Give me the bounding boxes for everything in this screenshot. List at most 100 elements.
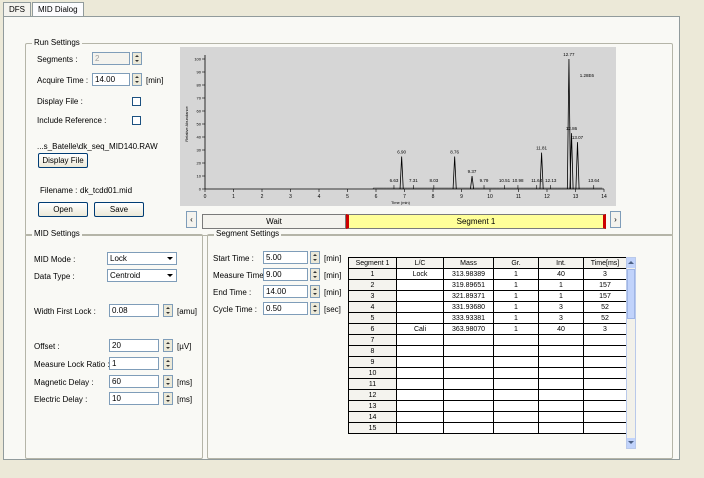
table-cell-mass[interactable]: [443, 378, 494, 390]
table-cell-int[interactable]: 40: [538, 323, 584, 335]
table-cell-gr[interactable]: 1: [493, 268, 539, 280]
table-cell-time[interactable]: [583, 334, 627, 346]
table-cell-time[interactable]: [583, 411, 627, 423]
table-cell-mass[interactable]: [443, 345, 494, 357]
table-cell-lc[interactable]: [396, 279, 444, 291]
table-cell-int[interactable]: [538, 389, 584, 401]
table-cell-time[interactable]: [583, 378, 627, 390]
table-cell-gr[interactable]: [493, 400, 539, 412]
table-cell-int[interactable]: [538, 422, 584, 434]
measure-time-input[interactable]: 9.00: [263, 268, 308, 281]
offset-input[interactable]: 20: [109, 339, 159, 352]
table-row[interactable]: 14: [348, 411, 627, 423]
width-first-lock-spinner[interactable]: [163, 304, 173, 317]
table-cell-int[interactable]: [538, 400, 584, 412]
cycle-time-spinner[interactable]: [310, 302, 320, 315]
width-first-lock-input[interactable]: 0.08: [109, 304, 159, 317]
table-row[interactable]: 13: [348, 400, 627, 412]
segments-spinner[interactable]: [132, 52, 142, 65]
table-row[interactable]: 12: [348, 389, 627, 401]
table-cell-lc[interactable]: Lock: [396, 268, 444, 280]
table-cell-time[interactable]: 3: [583, 323, 627, 335]
segments-input[interactable]: 2: [92, 52, 130, 65]
table-cell-time[interactable]: [583, 367, 627, 379]
table-cell-gr[interactable]: 1: [493, 323, 539, 335]
table-cell-mass[interactable]: [443, 422, 494, 434]
table-cell-gr[interactable]: [493, 334, 539, 346]
table-cell-gr[interactable]: [493, 411, 539, 423]
table-cell-mass[interactable]: [443, 367, 494, 379]
table-cell-mass[interactable]: 321.89371: [443, 290, 494, 302]
table-cell-time[interactable]: [583, 345, 627, 357]
table-row[interactable]: 3 321.89371 1 1 157: [348, 290, 627, 302]
table-row[interactable]: 15: [348, 422, 627, 434]
table-cell-int[interactable]: [538, 367, 584, 379]
table-cell-time[interactable]: 52: [583, 312, 627, 324]
table-cell-seg[interactable]: 8: [348, 345, 397, 357]
timeline-next-button[interactable]: ›: [610, 211, 621, 228]
electric-delay-spinner[interactable]: [163, 392, 173, 405]
table-cell-int[interactable]: [538, 334, 584, 346]
electric-delay-input[interactable]: 10: [109, 392, 159, 405]
table-cell-int[interactable]: [538, 378, 584, 390]
table-cell-seg[interactable]: 5: [348, 312, 397, 324]
table-cell-seg[interactable]: 1: [348, 268, 397, 280]
table-cell-lc[interactable]: [396, 356, 444, 368]
table-row[interactable]: 1 Lock 313.98389 1 40 3: [348, 268, 627, 280]
measure-time-spinner[interactable]: [310, 268, 320, 281]
table-cell-time[interactable]: [583, 356, 627, 368]
table-cell-gr[interactable]: 1: [493, 312, 539, 324]
table-cell-mass[interactable]: [443, 389, 494, 401]
table-cell-time[interactable]: 157: [583, 279, 627, 291]
table-cell-gr[interactable]: 1: [493, 279, 539, 291]
table-cell-int[interactable]: [538, 345, 584, 357]
open-button[interactable]: Open: [38, 202, 88, 217]
cycle-time-input[interactable]: 0.50: [263, 302, 308, 315]
table-cell-seg[interactable]: 14: [348, 411, 397, 423]
table-cell-mass[interactable]: [443, 411, 494, 423]
col-header-lc[interactable]: L/C: [396, 257, 444, 269]
table-cell-lc[interactable]: [396, 411, 444, 423]
table-cell-lc[interactable]: [396, 422, 444, 434]
segment-table-scrollbar[interactable]: [626, 257, 636, 449]
table-cell-mass[interactable]: 333.93381: [443, 312, 494, 324]
data-type-select[interactable]: Centroid: [107, 269, 177, 282]
table-cell-lc[interactable]: [396, 334, 444, 346]
table-cell-mass[interactable]: 363.98070: [443, 323, 494, 335]
timeline-prev-button[interactable]: ‹: [186, 211, 197, 228]
scroll-up-icon[interactable]: [627, 258, 635, 268]
table-row[interactable]: 10: [348, 367, 627, 379]
table-cell-time[interactable]: [583, 389, 627, 401]
table-cell-seg[interactable]: 12: [348, 389, 397, 401]
table-cell-time[interactable]: 52: [583, 301, 627, 313]
start-time-spinner[interactable]: [310, 251, 320, 264]
table-cell-int[interactable]: [538, 411, 584, 423]
table-cell-seg[interactable]: 2: [348, 279, 397, 291]
mid-mode-select[interactable]: Lock: [107, 252, 177, 265]
table-cell-lc[interactable]: Cali: [396, 323, 444, 335]
table-cell-mass[interactable]: [443, 400, 494, 412]
table-row[interactable]: 5 333.93381 1 3 52: [348, 312, 627, 324]
end-time-spinner[interactable]: [310, 285, 320, 298]
table-cell-lc[interactable]: [396, 367, 444, 379]
table-cell-seg[interactable]: 7: [348, 334, 397, 346]
col-header-segment[interactable]: Segment 1: [348, 257, 397, 269]
table-cell-int[interactable]: 3: [538, 312, 584, 324]
table-cell-seg[interactable]: 4: [348, 301, 397, 313]
table-cell-time[interactable]: [583, 400, 627, 412]
tab-dfs[interactable]: DFS: [3, 2, 31, 16]
table-cell-gr[interactable]: [493, 422, 539, 434]
col-header-group[interactable]: Gr.: [493, 257, 539, 269]
table-cell-gr[interactable]: [493, 356, 539, 368]
table-cell-time[interactable]: [583, 422, 627, 434]
table-cell-int[interactable]: [538, 356, 584, 368]
timeline-wait-block[interactable]: Wait: [202, 214, 346, 229]
table-cell-lc[interactable]: [396, 345, 444, 357]
table-cell-gr[interactable]: [493, 378, 539, 390]
magnetic-delay-input[interactable]: 60: [109, 375, 159, 388]
table-cell-int[interactable]: 40: [538, 268, 584, 280]
table-cell-seg[interactable]: 10: [348, 367, 397, 379]
table-row[interactable]: 9: [348, 356, 627, 368]
save-button[interactable]: Save: [94, 202, 144, 217]
table-row[interactable]: 7: [348, 334, 627, 346]
